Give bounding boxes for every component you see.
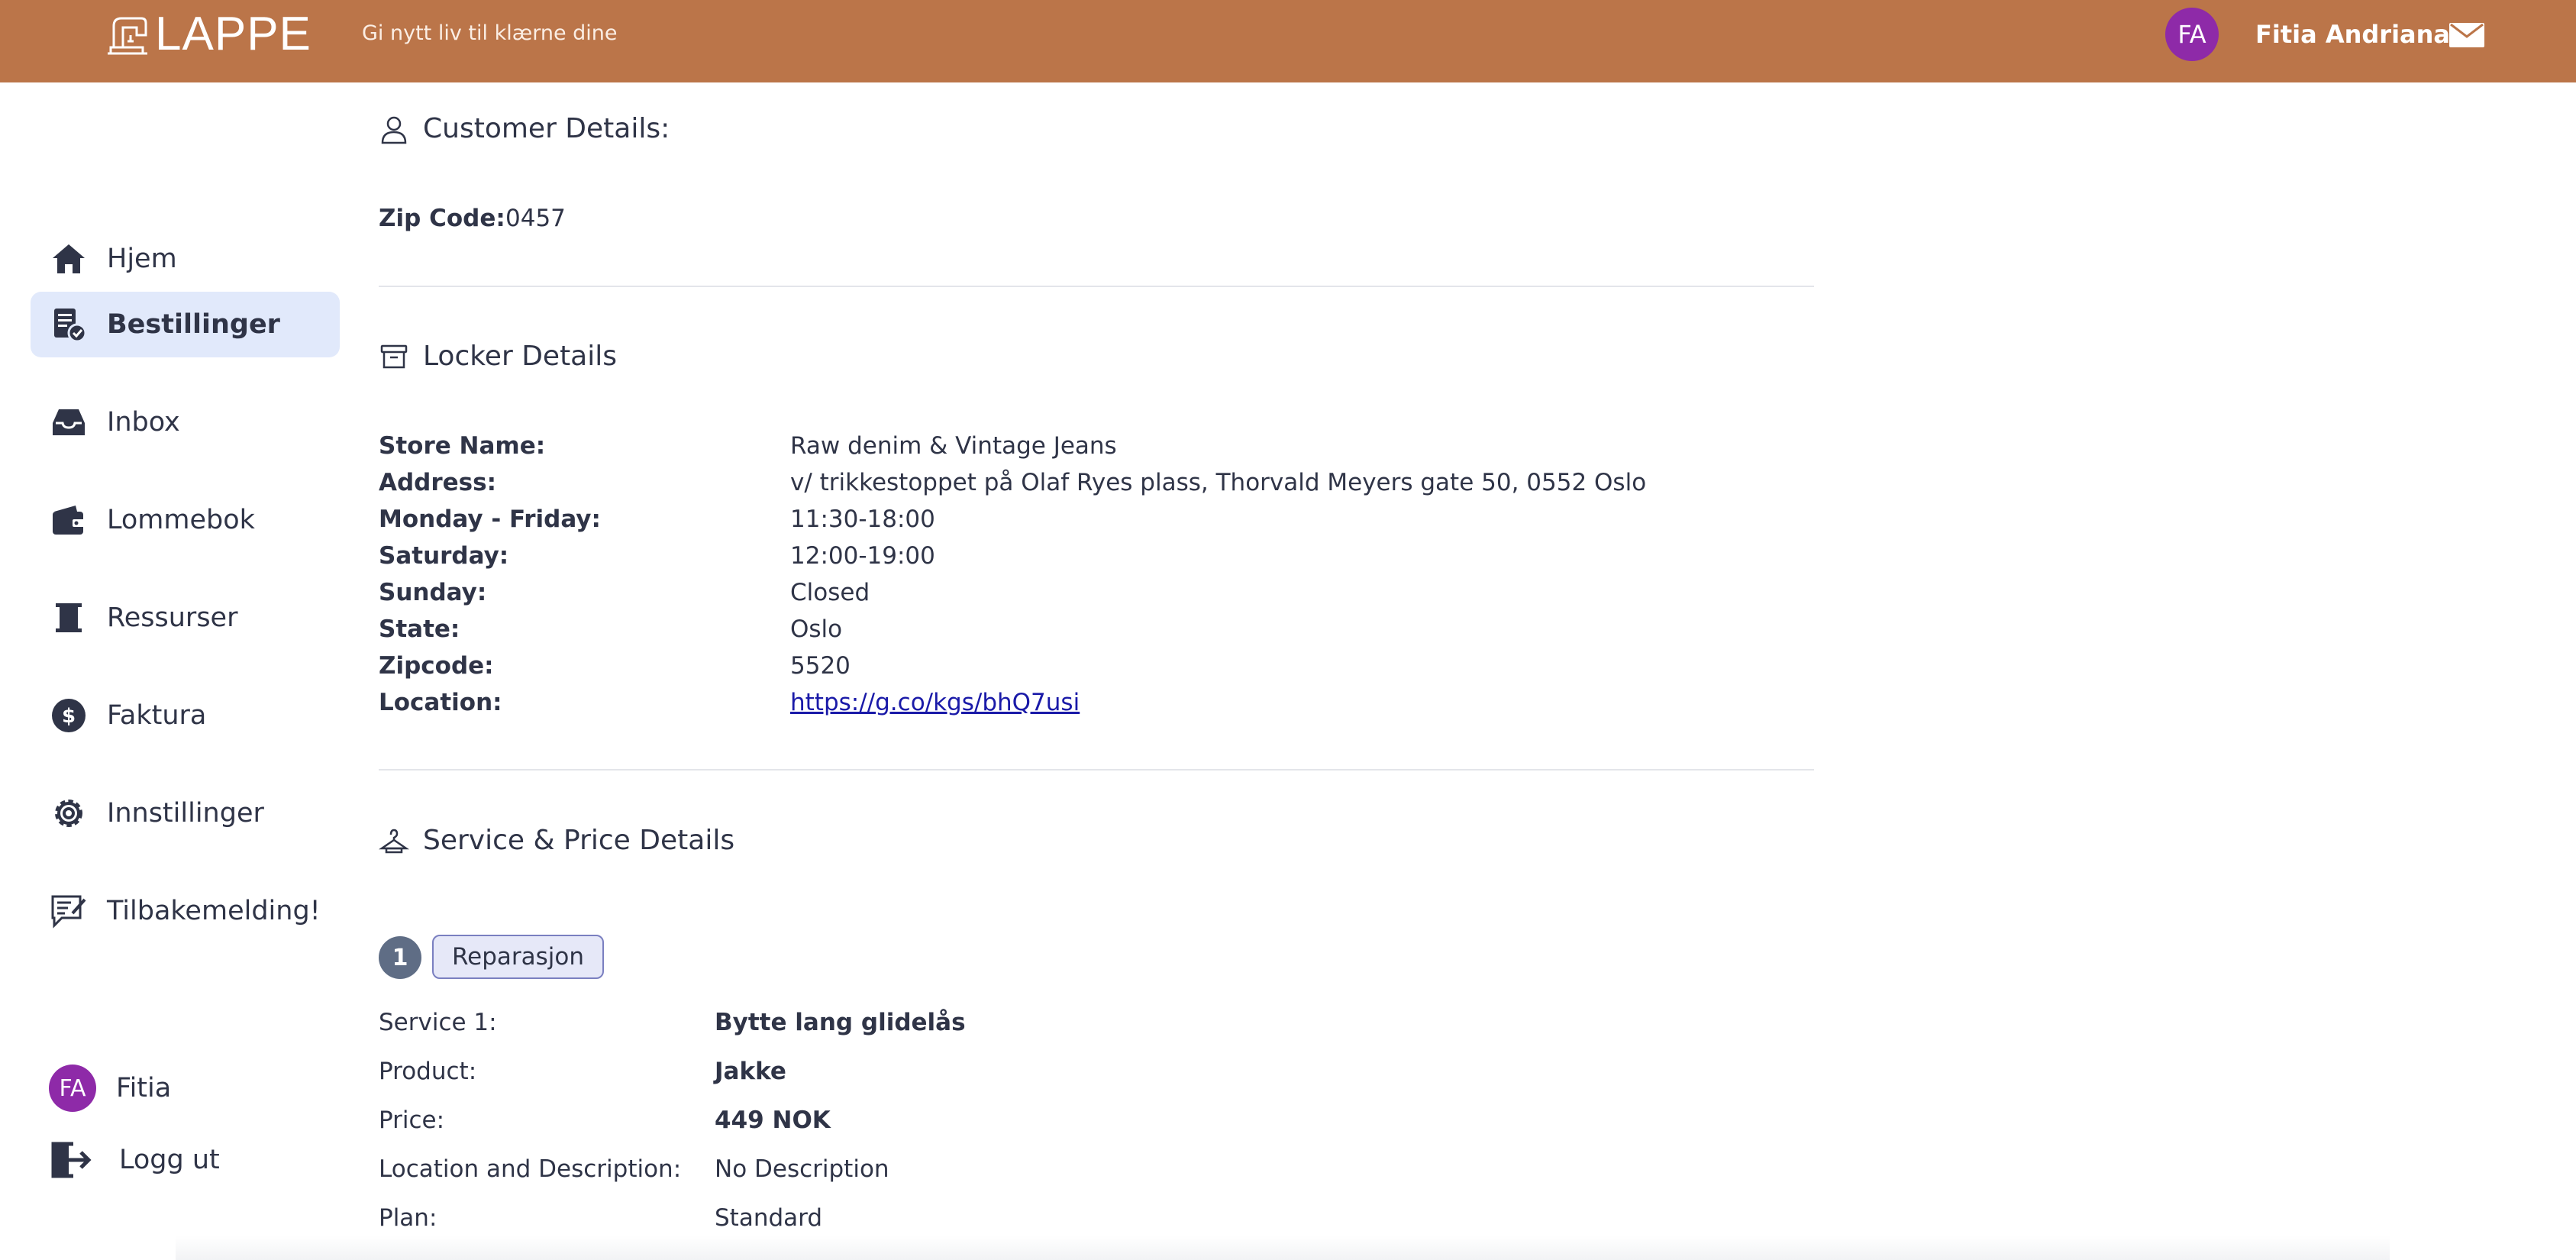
footer-shadow — [176, 1236, 2390, 1260]
gear-icon — [47, 792, 90, 835]
sidebar-item-tilbakemelding[interactable]: Tilbakemelding! — [31, 878, 340, 944]
sunday-hours-label: Sunday: — [379, 579, 487, 606]
plan-label: Plan: — [379, 1204, 437, 1232]
sidebar-item-label: Ressurser — [107, 603, 238, 633]
divider — [379, 769, 1814, 771]
address-label: Address: — [379, 469, 496, 496]
sidebar-item-inbox[interactable]: Inbox — [31, 389, 340, 455]
service-label: Service 1: — [379, 1009, 497, 1036]
logout-icon — [51, 1142, 92, 1178]
sidebar-user-name[interactable]: Fitia — [116, 1073, 171, 1103]
logo-text: LAPPE — [155, 7, 312, 60]
sidebar-item-label: Lommebok — [107, 505, 255, 535]
sidebar-item-ressurser[interactable]: Ressurser — [31, 585, 340, 651]
product-label: Product: — [379, 1058, 477, 1085]
service-number-badge: 1 — [379, 936, 421, 979]
logo[interactable]: LAPPE — [103, 7, 312, 60]
sidebar-item-innstillinger[interactable]: Innstillinger — [31, 780, 340, 846]
inbox-icon — [47, 401, 90, 444]
saturday-hours-label: Saturday: — [379, 542, 509, 570]
saturday-hours-value: 12:00-19:00 — [790, 542, 935, 570]
customer-details-header: Customer Details: — [379, 113, 670, 144]
hanger-icon — [379, 829, 409, 853]
service-details-header: Service & Price Details — [379, 825, 734, 856]
dollar-icon: $ — [47, 694, 90, 737]
locker-details-header: Locker Details — [379, 341, 617, 372]
service-value: Bytte lang glidelås — [715, 1009, 966, 1036]
avatar[interactable]: FA — [2165, 8, 2219, 61]
divider — [379, 286, 1814, 287]
feedback-icon — [47, 890, 90, 932]
home-icon — [47, 237, 90, 280]
sidebar-item-hjem[interactable]: Hjem — [31, 226, 340, 292]
top-bar: LAPPE Gi nytt liv til klærne dine FA Fit… — [0, 0, 2576, 82]
location-label: Location: — [379, 689, 502, 716]
wallet-icon — [47, 499, 90, 541]
sidebar-item-lommebok[interactable]: Lommebok — [31, 487, 340, 553]
tagline: Gi nytt liv til klærne dine — [362, 21, 618, 45]
archive-icon — [380, 344, 408, 368]
resources-icon — [47, 596, 90, 639]
logout-label: Logg ut — [119, 1145, 220, 1175]
section-title: Customer Details: — [423, 113, 670, 144]
location-link[interactable]: https://g.co/kgs/bhQ7usi — [790, 689, 1080, 716]
address-value: v/ trikkestoppet på Olaf Ryes plass, Tho… — [790, 469, 1647, 496]
store-name-value: Raw denim & Vintage Jeans — [790, 432, 1117, 460]
orders-icon — [47, 303, 90, 346]
sidebar-item-bestillinger[interactable]: Bestillinger — [31, 292, 340, 357]
store-name-label: Store Name: — [379, 432, 546, 460]
svg-text:$: $ — [62, 705, 76, 728]
zip-code-label: Zip Code: — [379, 205, 505, 232]
zipcode-value: 5520 — [790, 652, 851, 680]
sidebar-avatar[interactable]: FA — [49, 1065, 96, 1112]
sidebar-item-label: Tilbakemelding! — [107, 896, 321, 926]
logout-button[interactable]: Logg ut — [49, 1138, 220, 1182]
product-value: Jakke — [715, 1058, 786, 1085]
sidebar-item-label: Hjem — [107, 244, 177, 274]
price-value: 449 NOK — [715, 1107, 831, 1134]
state-value: Oslo — [790, 615, 843, 643]
sidebar-item-label: Innstillinger — [107, 798, 264, 829]
sidebar-item-label: Faktura — [107, 700, 207, 731]
weekday-hours-label: Monday - Friday: — [379, 506, 601, 533]
location-description-label: Location and Description: — [379, 1155, 682, 1183]
zip-code-value: 0457 — [505, 205, 566, 232]
service-type-chip: Reparasjon — [432, 935, 605, 979]
plan-value: Standard — [715, 1204, 823, 1232]
user-name[interactable]: Fitia Andriana — [2255, 20, 2450, 49]
price-label: Price: — [379, 1107, 445, 1134]
sunday-hours-value: Closed — [790, 579, 870, 606]
zipcode-label: Zipcode: — [379, 652, 494, 680]
sidebar-item-label: Bestillinger — [107, 309, 280, 340]
user-icon — [381, 116, 407, 144]
section-title: Service & Price Details — [423, 825, 735, 856]
mail-icon[interactable] — [2449, 23, 2484, 47]
sewing-machine-icon — [108, 17, 147, 55]
sidebar-item-faktura[interactable]: $ Faktura — [31, 683, 340, 748]
section-title: Locker Details — [423, 341, 618, 372]
weekday-hours-value: 11:30-18:00 — [790, 506, 935, 533]
location-description-value: No Description — [715, 1155, 889, 1183]
sidebar-item-label: Inbox — [107, 407, 180, 438]
state-label: State: — [379, 615, 460, 643]
